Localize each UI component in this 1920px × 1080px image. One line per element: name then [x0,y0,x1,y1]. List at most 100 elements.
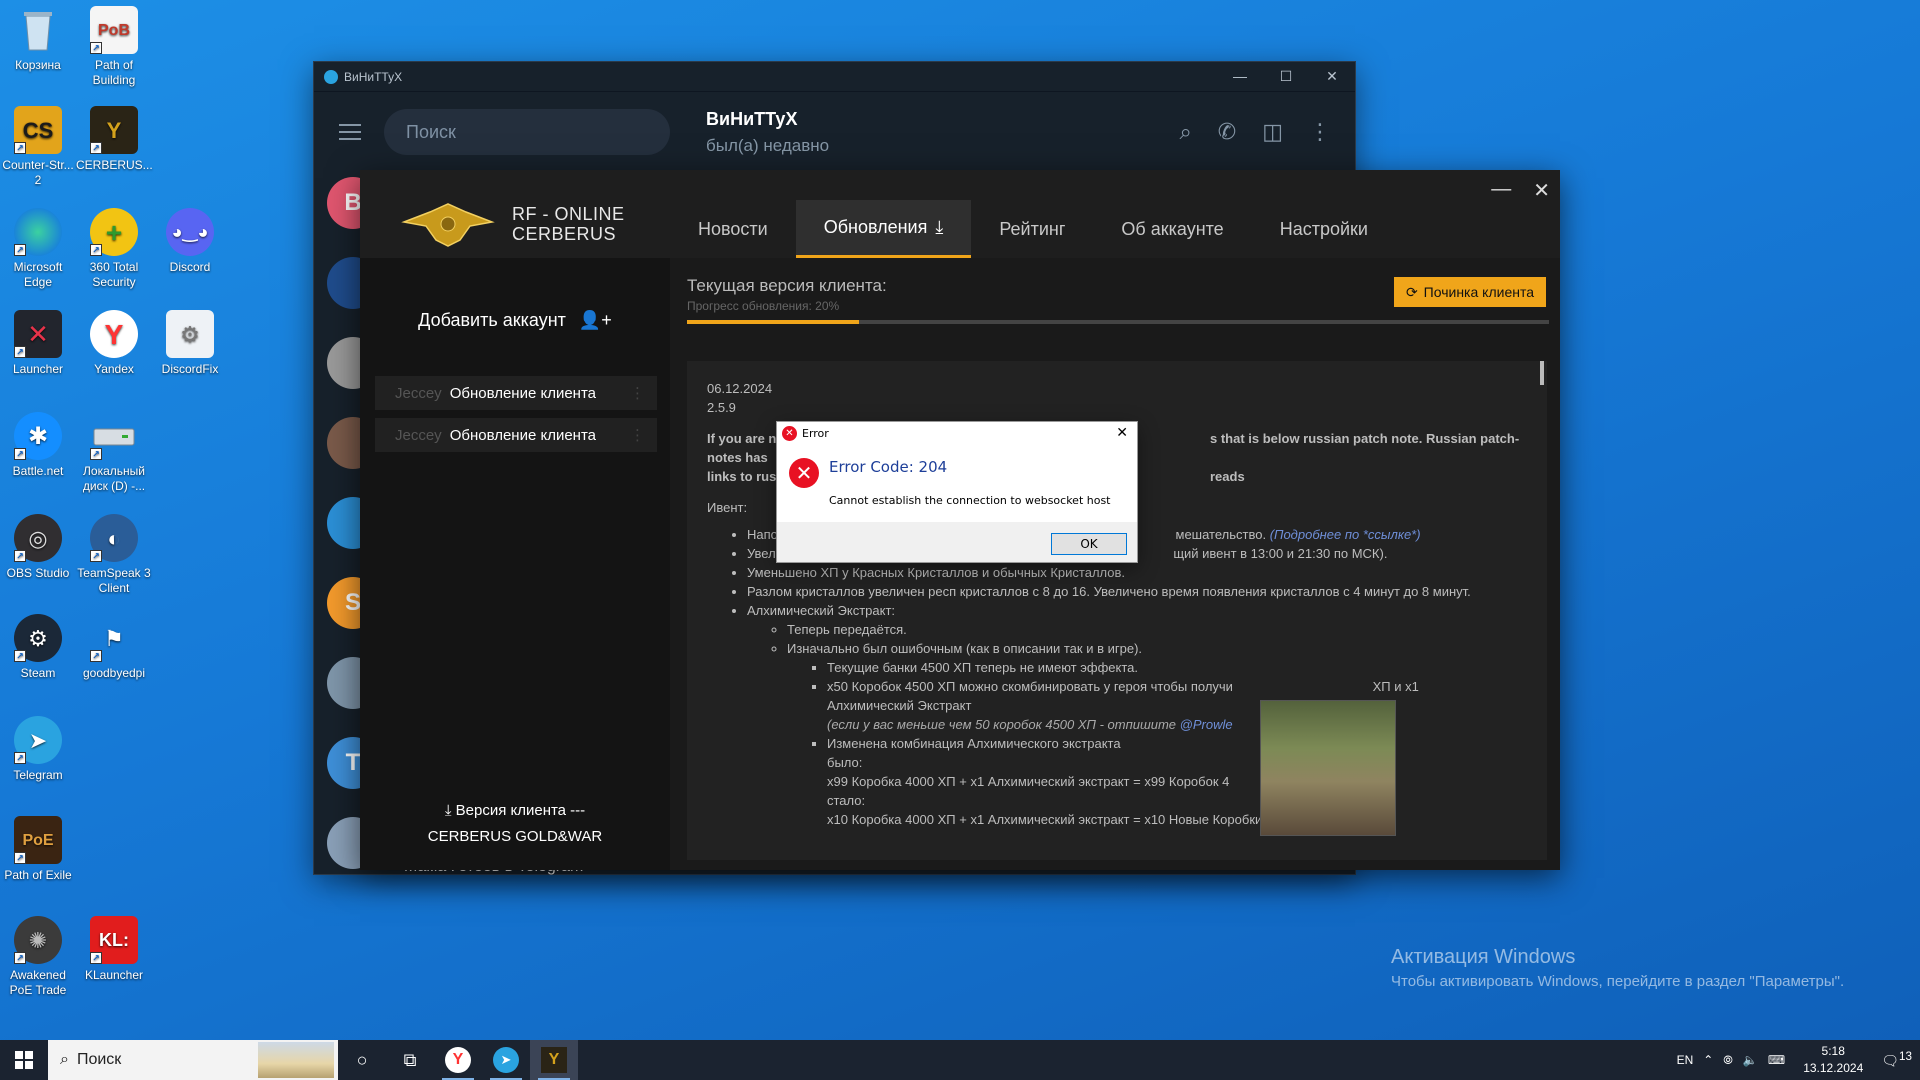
volume-icon[interactable]: 🔈 [1743,1053,1758,1067]
desktop-icon-klauncher[interactable]: KL: ↗ KLauncher [76,916,152,983]
desktop-icon-telegram[interactable]: ➤ ↗ Telegram [0,716,76,783]
desktop-icon-battlenet[interactable]: ✱ ↗ Battle.net [0,412,76,479]
desktop-icon-recycle-bin[interactable]: Корзина [0,6,76,73]
error-titlebar: ✕ Error ✕ [777,422,1137,444]
windows-logo-icon [15,1051,33,1069]
yandex-icon: Y [90,310,138,358]
desktop-icon-drive-d[interactable]: ↗ Локальный диск (D) -... [76,412,152,494]
list-item: Алхимический Экстракт: Теперь передаётся… [747,601,1527,829]
desktop-icon-edge[interactable]: ↗ Microsoft Edge [0,208,76,290]
minimize-button[interactable]: — [1217,68,1263,85]
desktop-icon-path-of-exile[interactable]: PoE ↗ Path of Exile [0,816,76,883]
patch-version: 2.5.9 [707,400,736,415]
more-icon[interactable]: ⋮ [630,384,645,402]
notification-center[interactable]: 🗨13 [1881,1050,1912,1070]
chat-info[interactable]: ВиНиТТуХ был(а) недавно [706,109,829,156]
list-item: Уменьшено ХП у Красных Кристаллов и обыч… [747,563,1527,582]
tab-settings[interactable]: Настройки [1252,200,1396,258]
task-view-icon[interactable]: ⧉ [386,1040,434,1080]
download-icon: ⤓ [444,802,456,819]
counter-strike-icon: CS ↗ [14,106,62,154]
error-icon: ✕ [782,425,797,441]
desktop-icon-launcher[interactable]: ✕ ↗ Launcher [0,310,76,377]
launcher-logo: RF - ONLINE CERBERUS [400,200,625,248]
tab-news[interactable]: Новости [670,200,796,258]
taskbar-search[interactable]: ⌕ Поиск [48,1040,338,1080]
add-account-button[interactable]: Добавить аккаунт 👤+ [360,310,670,331]
client-version: ⤓ Версия клиента --- CERBERUS GOLD&WAR [427,802,603,845]
taskbar-cerberus[interactable]: Y [530,1040,578,1080]
search-highlight-image [258,1042,334,1078]
desktop-icon-cerberus[interactable]: Y ↗ CERBERUS... [76,106,153,173]
desktop-icon-goodbyedpi[interactable]: ⚑ ↗ goodbyedpi [76,614,152,681]
taskbar: ⌕ Поиск ○ ⧉ Y ➤ Y EN ⌃ ⦾ 🔈 ⌨ 5:18 13.12.… [0,1040,1920,1080]
maximize-button[interactable]: ☐ [1263,68,1309,85]
video-thumbnail[interactable] [1260,700,1396,836]
drive-icon: ↗ [90,412,138,460]
patch-date: 06.12.2024 [707,381,773,396]
add-user-icon: 👤+ [578,310,612,330]
tab-account[interactable]: Об аккаунте [1093,200,1251,258]
desktop-icon-teamspeak[interactable]: ◐ ↗ TeamSpeak 3 Client [76,514,152,596]
download-icon: ⤓ [935,217,944,237]
poe-icon: PoE ↗ [14,816,62,864]
language-indicator[interactable]: EN [1677,1053,1694,1067]
scrollbar[interactable] [1540,361,1544,385]
cerberus-icon: Y [541,1047,567,1073]
network-icon[interactable]: ⦾ [1723,1053,1733,1068]
account-item[interactable]: Jeccey Обновление клиента ⋮ [375,376,657,410]
discord-icon: ◕‿◕ [166,208,214,256]
launcher-tabs: Новости Обновления ⤓ Рейтинг Об аккаунте… [670,200,1396,258]
desktop-icon-discord[interactable]: ◕‿◕ Discord [152,208,228,275]
desktop-icon-yandex[interactable]: Y Yandex [76,310,152,377]
repair-client-button[interactable]: ⟳ Починка клиента [1393,277,1546,307]
more-icon[interactable]: ⋮ [1309,119,1331,145]
battlenet-icon: ✱ ↗ [14,412,62,460]
sidebar-toggle-icon[interactable]: ◫ [1262,119,1283,145]
obs-icon: ◎ ↗ [14,514,62,562]
keyboard-icon[interactable]: ⌨ [1768,1053,1785,1067]
tab-updates[interactable]: Обновления ⤓ [795,200,972,258]
details-link[interactable]: (Подробнее по *ссылке*) [1270,527,1421,542]
desktop-icon-obs[interactable]: ◎ ↗ OBS Studio [0,514,76,581]
cerberus-icon: Y ↗ [90,106,138,154]
search-input[interactable]: Поиск [384,109,670,155]
close-button[interactable]: ✕ [1533,178,1550,203]
taskbar-telegram[interactable]: ➤ [482,1040,530,1080]
ok-button[interactable]: OK [1051,533,1127,555]
cortana-icon[interactable]: ○ [338,1040,386,1080]
logo-subtitle: CERBERUS [512,224,617,244]
minimize-button[interactable]: — [1491,178,1511,203]
chevron-up-icon[interactable]: ⌃ [1703,1053,1713,1067]
menu-icon[interactable] [326,108,374,156]
search-icon[interactable]: ⌕ [1179,119,1191,145]
list-item: Разлом кристаллов увеличен респ кристалл… [747,582,1527,601]
desktop-icon-360-security[interactable]: + ↗ 360 Total Security [76,208,152,290]
search-icon: ⌕ [60,1051,69,1068]
start-button[interactable] [0,1040,48,1080]
more-icon[interactable]: ⋮ [630,426,645,444]
taskbar-yandex[interactable]: Y [434,1040,482,1080]
awakened-poe-icon: ✺ ↗ [14,916,62,964]
phone-icon[interactable]: ✆ [1218,119,1236,145]
telegram-titlebar: ВиНиТТуХ — ☐ ✕ [314,62,1355,92]
close-button[interactable]: ✕ [1309,68,1355,85]
telegram-icon: ➤ ↗ [14,716,62,764]
clock[interactable]: 5:18 13.12.2024 [1795,1043,1871,1077]
error-message: Cannot establish the connection to webso… [829,494,1111,507]
desktop-icon-counter-strike[interactable]: CS ↗ Counter-Str... 2 [0,106,76,188]
close-button[interactable]: ✕ [1116,425,1128,441]
discordfix-icon: ⚙ [166,310,214,358]
launcher-header: — ✕ RF - ONLINE CERBERUS Новости Обновле… [360,170,1560,258]
desktop-icon-discordfix[interactable]: ⚙ DiscordFix [152,310,228,377]
account-item[interactable]: Jeccey Обновление клиента ⋮ [375,418,657,452]
list-item: Теперь передаётся. [787,620,1527,639]
error-code: Error Code: 204 [829,458,948,476]
tab-rating[interactable]: Рейтинг [971,200,1093,258]
desktop-icon-path-of-building[interactable]: PoB ↗ Path of Building [76,6,152,88]
klauncher-icon: KL: ↗ [90,916,138,964]
updates-panel: Текущая версия клиента: Прогресс обновле… [670,258,1560,870]
desktop-icon-awakened-poe[interactable]: ✺ ↗ Awakened PoE Trade [0,916,76,998]
desktop-icon-steam[interactable]: ⚙ ↗ Steam [0,614,76,681]
list-item: Изменена комбинация Алхимического экстра… [827,734,1527,829]
